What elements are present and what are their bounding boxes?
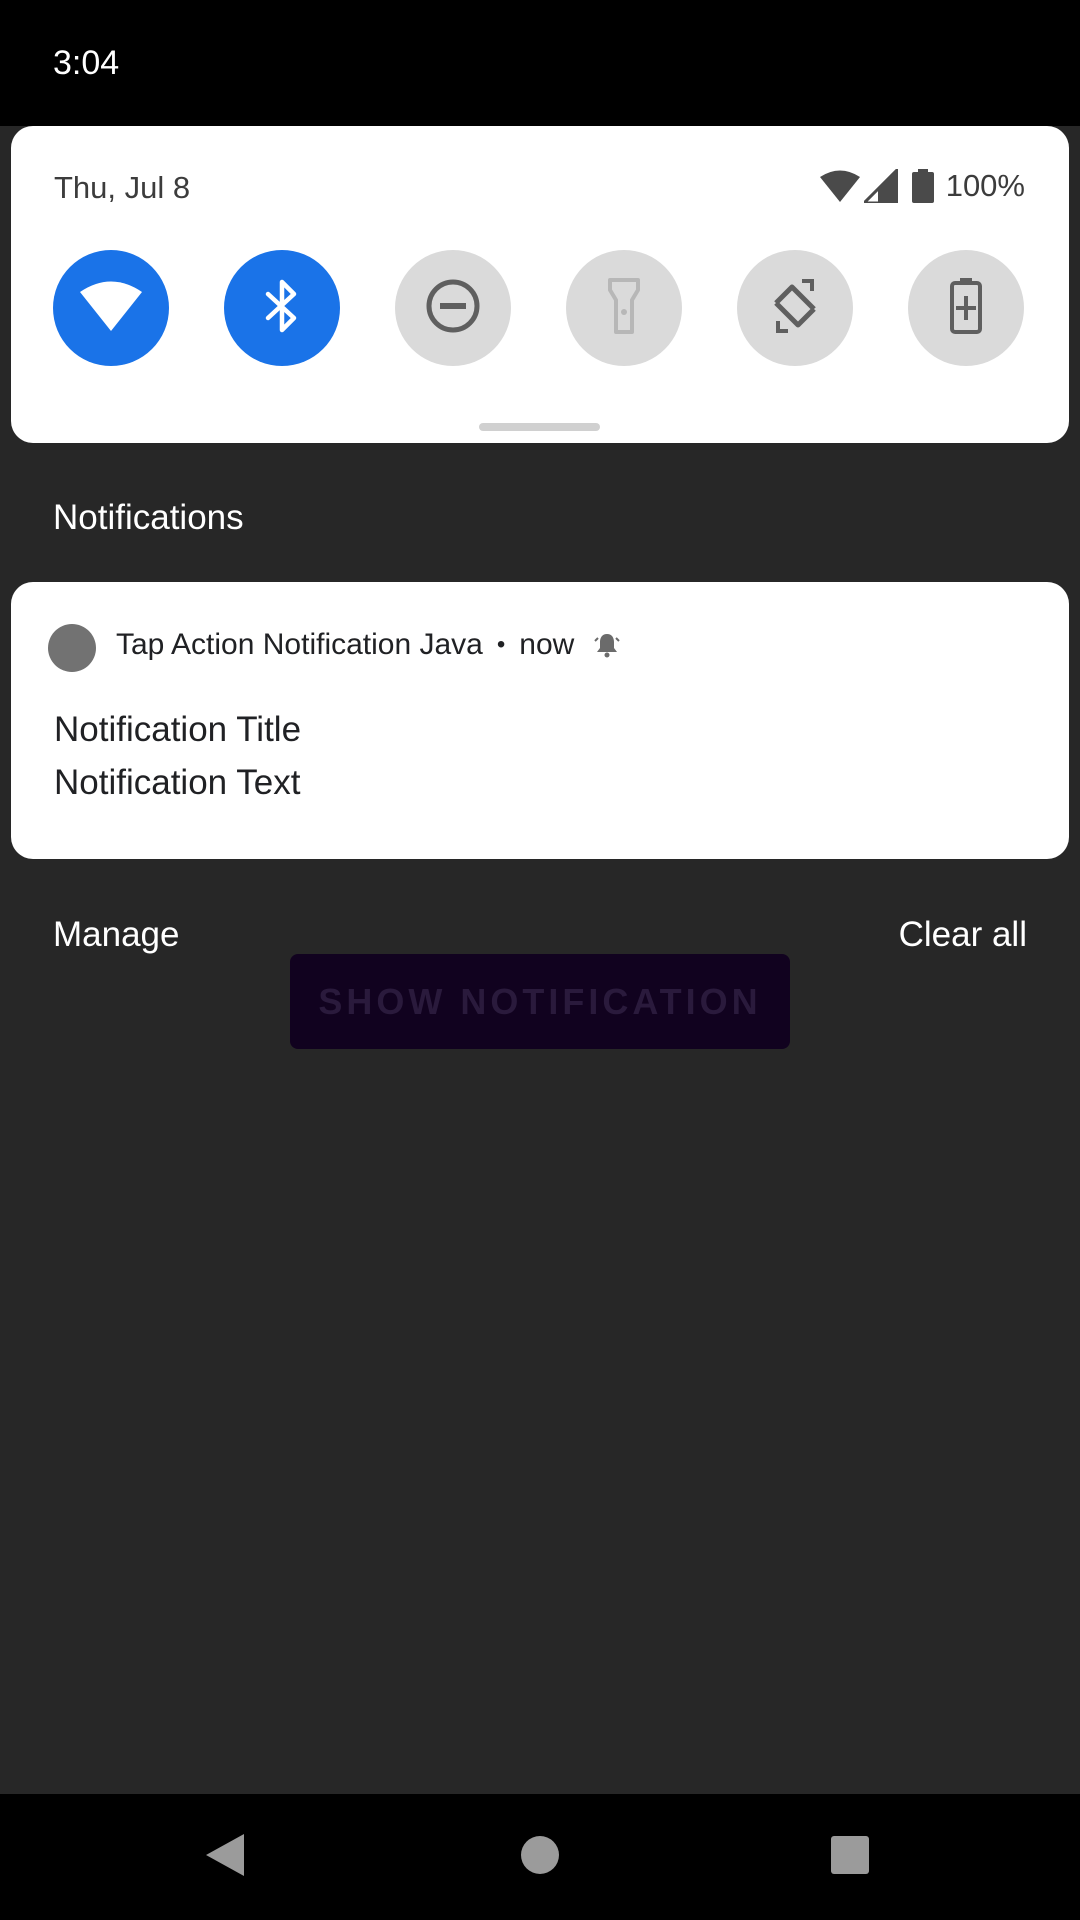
- flashlight-icon: [608, 277, 640, 339]
- notification-shade: 3:04 SHOW NOTIFICATION Thu, Jul 8 100% N…: [0, 0, 1080, 1920]
- recents-icon: [830, 1835, 870, 1880]
- manage-button[interactable]: Manage: [53, 915, 179, 955]
- app-name: Tap Action Notification Java: [116, 628, 483, 661]
- battery-saver-tile[interactable]: [908, 250, 1024, 366]
- alerting-bell-icon: [594, 632, 621, 658]
- battery-percent: 100%: [945, 168, 1025, 203]
- rotate-icon: [766, 277, 824, 340]
- clear-all-button[interactable]: Clear all: [899, 915, 1027, 955]
- notification-header-row: Tap Action Notification Java • now: [116, 628, 621, 662]
- status-bar: 3:04: [0, 0, 1080, 126]
- status-time: 3:04: [53, 44, 120, 82]
- dnd-icon: [425, 278, 481, 339]
- wifi-signal-icon: [819, 170, 860, 202]
- cell-signal-icon: [863, 169, 898, 203]
- recents-button[interactable]: [817, 1824, 883, 1890]
- navigation-bar: [0, 1794, 1080, 1920]
- battery-icon: [911, 169, 934, 203]
- bluetooth-tile[interactable]: [224, 250, 340, 366]
- drag-handle[interactable]: [479, 423, 600, 431]
- notification-card[interactable]: Tap Action Notification Java • now Notif…: [11, 582, 1069, 859]
- wifi-icon: [80, 281, 142, 336]
- notification-title: Notification Title: [54, 710, 302, 749]
- bluetooth-icon: [262, 278, 302, 339]
- flashlight-tile[interactable]: [566, 250, 682, 366]
- home-button[interactable]: [507, 1824, 573, 1890]
- dnd-tile[interactable]: [395, 250, 511, 366]
- app-icon: [48, 624, 96, 672]
- battery-saver-icon: [950, 277, 982, 339]
- home-icon: [520, 1835, 560, 1880]
- notification-text: Notification Text: [54, 763, 301, 802]
- wifi-tile[interactable]: [53, 250, 169, 366]
- separator-dot: •: [496, 631, 506, 658]
- quick-settings-panel[interactable]: Thu, Jul 8 100%: [11, 126, 1069, 443]
- notification-time: now: [519, 628, 575, 661]
- show-notification-button: SHOW NOTIFICATION: [290, 954, 790, 1049]
- status-indicators: 100%: [819, 166, 1025, 206]
- rotate-tile[interactable]: [737, 250, 853, 366]
- date-label: Thu, Jul 8: [54, 170, 191, 205]
- notifications-header: Notifications: [53, 498, 244, 537]
- back-button[interactable]: [192, 1824, 258, 1890]
- back-icon: [204, 1832, 246, 1883]
